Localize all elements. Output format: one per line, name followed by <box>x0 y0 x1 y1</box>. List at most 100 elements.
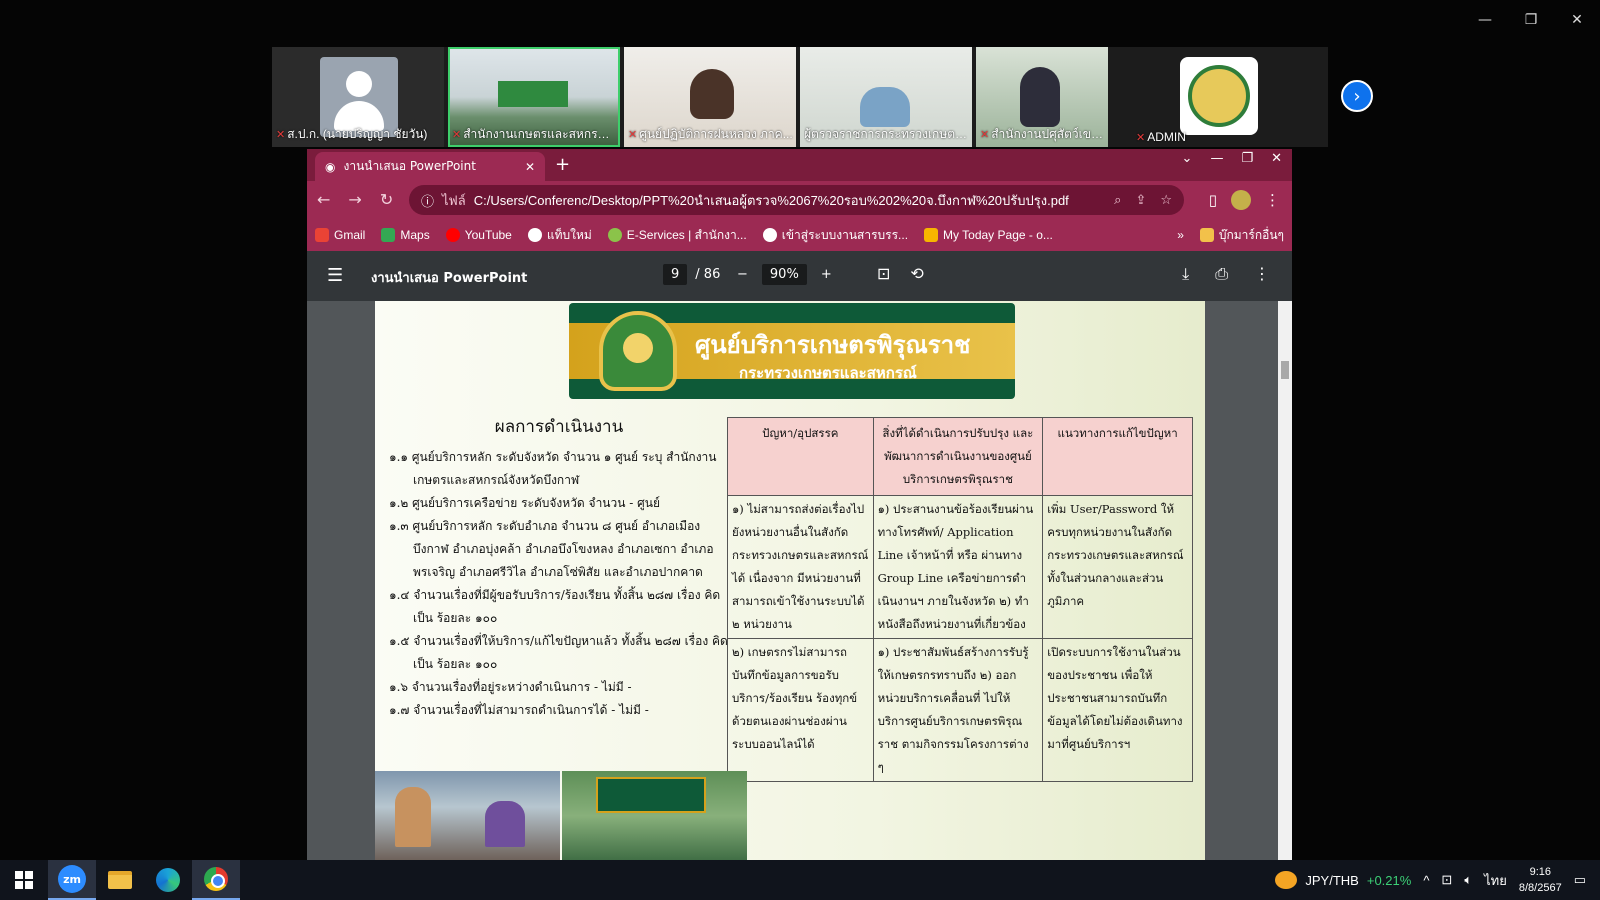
banner-subtitle: กระทรวงเกษตรและสหกรณ์ <box>739 364 917 382</box>
taskbar-zoom[interactable]: zm <box>48 860 96 900</box>
participant-video <box>1020 67 1060 127</box>
table-row: ๑) ไม่สามารถส่งต่อเรื่องไปยังหน่วยงานอื่… <box>727 495 1193 639</box>
service-center-sign-photo <box>562 771 747 860</box>
profile-avatar-icon[interactable] <box>1231 190 1251 210</box>
close-button[interactable]: ✕ <box>1554 6 1600 34</box>
participant-tile[interactable]: ✕ ส.ป.ก. (นายปริญญา ชัยวัน) <box>272 47 444 147</box>
result-item: ๑.๑ ศูนย์บริการหลัก ระดับจังหวัด จำนวน ๑… <box>389 450 717 487</box>
eservices-icon <box>607 228 622 242</box>
participant-tile[interactable]: ✕ ศูนย์ปฏิบัติการฝนหลวง ภาค... <box>624 47 796 147</box>
mic-muted-icon: ✕ <box>276 129 286 141</box>
zoom-in-icon[interactable]: + <box>821 267 832 282</box>
pdf-toolbar: ☰ งานนำเสนอ PowerPoint 9 / 86 − 90% + ⊡ … <box>307 251 1292 301</box>
minimize-button[interactable]: — <box>1462 6 1508 34</box>
other-bookmarks-folder[interactable]: บุ๊กมาร์กอื่นๆ <box>1199 226 1284 245</box>
ticker-pair: JPY/THB <box>1305 872 1359 888</box>
table-cell: เปิดระบบการใช้งานในส่วนของประชาชน เพื่อใ… <box>1042 638 1193 782</box>
fit-page-icon[interactable]: ⊡ <box>877 264 890 283</box>
ticker-change: +0.21% <box>1366 872 1412 888</box>
tab-close-icon[interactable]: ✕ <box>525 160 535 174</box>
download-icon[interactable]: ⤓ <box>1182 264 1189 284</box>
results-heading: ผลการดำเนินงาน <box>494 417 624 437</box>
table-cell: ๑) ประสานงานข้อร้องเรียนผ่านทางโทรศัพท์/… <box>872 495 1044 639</box>
bookmark-gmail[interactable]: Gmail <box>315 228 365 242</box>
bookmark-star-icon[interactable]: ☆ <box>1160 193 1172 208</box>
start-button[interactable] <box>0 860 48 900</box>
info-icon[interactable]: ⓘ <box>421 191 434 210</box>
zoom-controls: − 90% + <box>737 264 832 285</box>
maps-icon <box>381 228 396 242</box>
pdf-more-icon[interactable]: ⋮ <box>1254 264 1270 284</box>
view-controls: ⊡ ⟲ <box>877 264 924 283</box>
zoom-magnifier-icon[interactable]: ⌕ <box>1114 193 1121 208</box>
participant-tile-active[interactable]: ✕สำนักงานเกษตรและสหกรณ์จังห... <box>448 47 620 147</box>
bookmark-saraban[interactable]: เข้าสู่ระบบงานสารบรร... <box>762 226 908 245</box>
input-language[interactable]: ไทย <box>1484 870 1507 891</box>
address-url[interactable]: C:/Users/Conferenc/Desktop/PPT%20นำเสนอผ… <box>474 190 1106 211</box>
result-item: ๑.๔ จำนวนเรื่องที่มีผู้ขอรับบริการ/ร้องเ… <box>389 588 721 625</box>
participant-video <box>860 87 910 127</box>
taskbar-edge[interactable] <box>144 860 192 900</box>
problems-table: ปัญหา/อุปสรรค สิ่งที่ได้ดำเนินการปรับปรุ… <box>727 417 1193 782</box>
participant-tile[interactable]: ✕ สำนักงานปศุสัตว์เขต 4 <box>976 47 1108 147</box>
participant-tile[interactable]: ผู้ตรวจราชการกระทรวงเกษตรแล... <box>800 47 972 147</box>
print-icon[interactable]: ⎙ <box>1215 264 1228 284</box>
tab-bar: ◉ งานนำเสนอ PowerPoint ✕ + ⌄ — ❐ ✕ <box>307 149 1292 181</box>
share-icon[interactable]: ⇪ <box>1135 193 1146 208</box>
bell-logo-icon <box>599 311 677 391</box>
ministry-logo-icon <box>1180 57 1258 135</box>
banner-title: ศูนย์บริการเกษตรพิรุณราช <box>695 331 971 359</box>
network-icon[interactable]: ⊡ <box>1441 872 1452 888</box>
clock[interactable]: 9:16 8/8/2567 <box>1519 864 1562 896</box>
taskbar-file-explorer[interactable] <box>96 860 144 900</box>
bookmark-new-tab[interactable]: แท็บใหม่ <box>527 226 592 245</box>
reload-icon[interactable]: ↻ <box>380 190 393 209</box>
vertical-scrollbar[interactable] <box>1278 301 1292 860</box>
address-bar[interactable]: ⓘ ไฟล์ C:/Users/Conferenc/Desktop/PPT%20… <box>409 185 1184 215</box>
pdf-page: ศูนย์บริการเกษตรพิรุณราช กระทรวงเกษตรและ… <box>375 301 1205 860</box>
side-panel-icon[interactable]: ▯ <box>1209 191 1217 209</box>
rotate-icon[interactable]: ⟲ <box>910 264 923 283</box>
bookmarks-overflow-button[interactable]: » <box>1177 228 1184 242</box>
window-controls: — ❐ ✕ <box>1462 6 1600 34</box>
notifications-icon[interactable]: ▭ <box>1574 872 1586 888</box>
participant-tile[interactable]: ✕ ADMIN <box>1112 47 1328 147</box>
mic-muted-icon: ✕ <box>452 129 462 141</box>
room-banner-image <box>498 81 568 107</box>
windows-logo-icon <box>15 871 33 889</box>
result-item: ๑.๕ จำนวนเรื่องที่ให้บริการ/แก้ไขปัญหาแล… <box>389 634 728 671</box>
pdf-title: งานนำเสนอ PowerPoint <box>371 271 528 286</box>
new-tab-button[interactable]: + <box>555 154 570 175</box>
tab-pdf[interactable]: ◉ งานนำเสนอ PowerPoint ✕ <box>315 152 545 181</box>
browser-menu-icon[interactable]: ⋮ <box>1265 191 1280 209</box>
speaker-icon[interactable]: 🔈︎ <box>1464 872 1472 888</box>
browser-minimize-icon[interactable]: — <box>1210 151 1223 166</box>
participant-video <box>690 69 734 119</box>
page-number-input[interactable]: 9 <box>663 264 688 285</box>
forward-arrow-icon[interactable]: → <box>348 190 361 209</box>
service-center-banner: ศูนย์บริการเกษตรพิรุณราช กระทรวงเกษตรและ… <box>569 303 1015 399</box>
browser-restore-icon[interactable]: ❐ <box>1241 151 1253 166</box>
browser-close-icon[interactable]: ✕ <box>1271 151 1282 166</box>
participant-name: ส.ป.ก. (นายปริญญา ชัยวัน) <box>287 127 428 141</box>
page-indicator: 9 / 86 <box>663 264 720 285</box>
bookmark-maps[interactable]: Maps <box>381 228 430 242</box>
zoom-level-input[interactable]: 90% <box>761 264 807 285</box>
tab-search-icon[interactable]: ⌄ <box>1182 151 1193 166</box>
next-page-chevron-icon[interactable]: › <box>1341 80 1373 112</box>
coins-icon <box>1275 871 1298 889</box>
bookmark-eservices[interactable]: E-Services | สำนักงา... <box>607 226 747 245</box>
bookmark-my-today[interactable]: My Today Page - o... <box>924 228 1053 242</box>
globe-icon <box>527 228 542 242</box>
zoom-out-icon[interactable]: − <box>737 267 748 282</box>
hamburger-menu-icon[interactable]: ☰ <box>327 265 343 286</box>
clock-time: 9:16 <box>1529 866 1551 878</box>
taskbar-chrome[interactable] <box>192 860 240 900</box>
result-item: ๑.๒ ศูนย์บริการเครือข่าย ระดับจังหวัด จำ… <box>389 496 660 510</box>
bookmark-youtube[interactable]: YouTube <box>445 228 512 242</box>
chevron-up-icon[interactable]: ^ <box>1423 873 1429 888</box>
scrollbar-thumb[interactable] <box>1281 361 1289 379</box>
restore-button[interactable]: ❐ <box>1508 6 1554 34</box>
currency-ticker[interactable]: JPY/THB +0.21% <box>1275 871 1411 889</box>
back-arrow-icon[interactable]: ← <box>317 190 330 209</box>
